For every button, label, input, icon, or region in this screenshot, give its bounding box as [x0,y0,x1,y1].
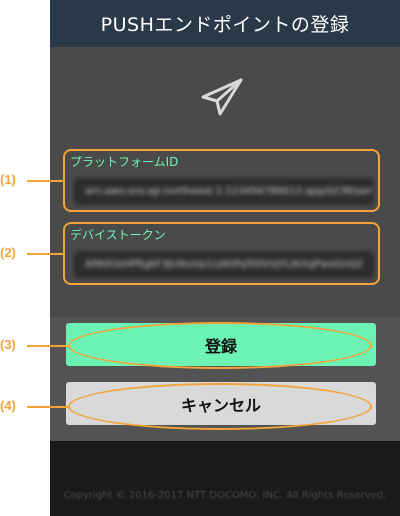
highlight-platform-id [63,149,380,212]
highlight-register [68,322,372,369]
footer: Copyright © 2016-2017 NTT DOCOMO, INC. A… [50,441,400,516]
page-title: PUSHエンドポイントの登録 [100,14,350,36]
callout-3: (3) [0,337,16,352]
callout-2: (2) [0,245,16,260]
copyright-text: Copyright © 2016-2017 NTT DOCOMO, INC. A… [63,490,387,501]
callout-4: (4) [0,398,16,413]
callout-1-line [27,180,63,182]
callout-1: (1) [0,172,16,187]
highlight-cancel [68,383,372,430]
title-bar: PUSHエンドポイントの登録 [50,0,400,47]
highlight-device-token [63,222,380,285]
callout-4-line [27,406,68,408]
callout-2-line [27,253,63,255]
callout-3-line [27,345,68,347]
send-paper-plane-icon [201,78,243,116]
